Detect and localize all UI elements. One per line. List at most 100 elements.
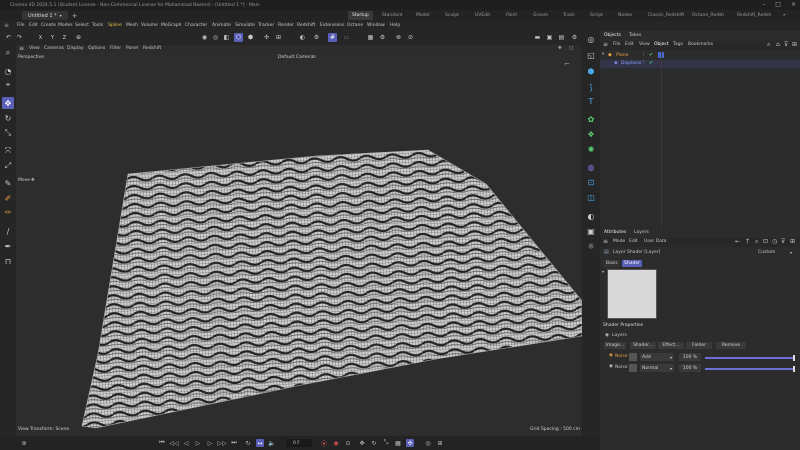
x-axis-button[interactable]: X <box>36 33 45 42</box>
viewport-camera-label[interactable]: Default Camera <box>278 55 314 60</box>
key-pla-icon[interactable]: ✣ <box>406 439 414 447</box>
timeline-window-icon[interactable]: ⊞ <box>436 439 444 447</box>
subtab-basic[interactable]: Basic <box>604 260 620 267</box>
document-tab[interactable]: Untitled 1 * ▾ <box>22 11 68 20</box>
menu-octane[interactable]: Octane <box>347 23 363 28</box>
layout-tab-sculpt[interactable]: Sculpt <box>445 11 459 20</box>
back-arrow-icon[interactable]: ← <box>735 238 740 245</box>
preset-dropdown[interactable]: Custom <box>758 250 775 255</box>
attributes-menu-icon[interactable]: ≡ <box>603 238 608 245</box>
subdivision-icon[interactable]: ✿ <box>585 113 597 125</box>
search-icon[interactable]: ⌕ <box>767 41 770 49</box>
attributes-menu-mode[interactable]: Mode <box>613 239 625 244</box>
live-selection-icon[interactable]: ◔ <box>2 65 14 77</box>
menu-mesh[interactable]: Mesh <box>126 23 138 28</box>
slider-knob[interactable] <box>793 366 795 372</box>
layers-toggle-icon[interactable]: ◉ <box>605 333 609 338</box>
home-icon[interactable]: ⌂ <box>776 41 780 48</box>
layout-tab-paint[interactable]: Paint <box>506 11 517 20</box>
blend-mode-dropdown[interactable]: Add ▾ <box>640 353 674 361</box>
selection-filter-icon[interactable]: ⌖ <box>2 79 14 91</box>
close-icon[interactable]: × <box>791 1 796 8</box>
undo-icon[interactable]: ↶ <box>4 33 13 42</box>
go-to-start-icon[interactable]: ⏮ <box>158 439 166 447</box>
layout-tab-classic-redshift[interactable]: Classic_Redshift <box>648 11 684 20</box>
menu-spline[interactable]: Spline <box>108 23 122 28</box>
scale-tool-icon[interactable]: ⤡ <box>2 127 14 139</box>
next-frame-icon[interactable]: ▷ <box>206 439 214 447</box>
menu-help[interactable]: Help <box>390 23 400 28</box>
points-mode-icon[interactable]: ⬡ <box>234 33 243 42</box>
subtab-shader[interactable]: Shader <box>622 260 642 267</box>
menu-volume[interactable]: Volume <box>141 23 158 28</box>
viewport-nav-icon[interactable]: ✥ <box>558 46 562 51</box>
current-frame-field[interactable]: 0 F <box>286 439 312 447</box>
attributes-menu-edit[interactable]: Edit <box>629 239 638 244</box>
layout-more-icon[interactable]: » <box>783 11 786 20</box>
render-icon[interactable]: ▣ <box>545 33 554 42</box>
slider-knob[interactable] <box>793 355 795 361</box>
objects-menu-edit[interactable]: Edit <box>625 42 634 47</box>
remove-button[interactable]: Remove <box>716 342 746 349</box>
objects-menu-bookmarks[interactable]: Bookmarks <box>688 42 713 47</box>
hamburger-icon[interactable]: ≡ <box>4 22 9 29</box>
menu-file[interactable]: File <box>17 23 25 28</box>
motion-system-icon[interactable]: ◎ <box>424 439 432 447</box>
transform-tool-icon[interactable]: ⤧ <box>2 145 14 157</box>
settings-icon[interactable]: ⚙ <box>570 33 579 42</box>
menu-simulate[interactable]: Simulate <box>235 23 255 28</box>
viewport-menu-redshift[interactable]: Redshift <box>143 46 161 51</box>
viewport-maximize-icon[interactable]: ▢ <box>569 46 573 51</box>
sketch-tool-icon[interactable]: ✐ <box>2 192 14 204</box>
redo-icon[interactable]: ↷ <box>15 33 24 42</box>
record-icon[interactable]: ⦿ <box>320 439 328 448</box>
viewport-menu-cameras[interactable]: Cameras <box>44 46 64 51</box>
viewport-render-icon[interactable]: ◎ <box>585 33 597 45</box>
render-queue-icon[interactable]: ⚙ <box>378 33 387 42</box>
go-to-end-icon[interactable]: ⏭ <box>230 439 238 447</box>
move-tool-icon[interactable]: ✥ <box>2 97 14 109</box>
viewport-menu-display[interactable]: Display <box>67 46 84 51</box>
shader-button[interactable]: Shader... <box>630 342 656 349</box>
camera-navigation-icon[interactable]: ⊗ <box>394 33 403 42</box>
cube-icon[interactable]: ⬢ <box>585 65 597 77</box>
object-mode-icon[interactable]: ◎ <box>211 33 220 42</box>
workplane-icon[interactable]: ⊞ <box>274 33 283 42</box>
loop-icon[interactable]: ↻ <box>244 439 252 447</box>
objects-menu-view[interactable]: View <box>639 42 650 47</box>
key-rotation-icon[interactable]: ↻ <box>370 439 378 447</box>
tab-objects[interactable]: Objects <box>604 33 621 38</box>
objects-menu-file[interactable]: File <box>613 42 621 47</box>
paint-tool-icon[interactable]: ✒ <box>2 240 14 252</box>
cloner-icon[interactable]: ❖ <box>585 128 597 140</box>
objects-menu-tags[interactable]: Tags <box>673 42 683 47</box>
checkmark-icon[interactable]: ✔ <box>649 60 653 66</box>
viewport-menu-icon[interactable]: ≡ <box>19 45 24 52</box>
menu-tools[interactable]: Tools <box>92 23 103 28</box>
snap-tool-icon[interactable]: ⤢ <box>2 160 14 172</box>
layer-opacity-field[interactable]: 100 % <box>679 364 701 372</box>
up-arrow-icon[interactable]: ↑ <box>745 238 750 245</box>
blend-mode-dropdown[interactable]: Normal ▾ <box>640 364 674 372</box>
layout-tab-model[interactable]: Model <box>416 11 430 20</box>
pen-spline-icon[interactable]: ⟆ <box>585 81 597 93</box>
viewport-menu-panel[interactable]: Panel <box>126 46 138 51</box>
knife-tool-icon[interactable]: ∕ <box>2 225 14 237</box>
null-object-icon[interactable]: ◱ <box>585 49 597 61</box>
menu-select[interactable]: Select <box>75 23 89 28</box>
render-settings-icon[interactable]: ⚙ <box>312 33 321 42</box>
timeline-settings-icon[interactable]: ⊛ <box>20 439 28 447</box>
key-position-icon[interactable]: ✥ <box>358 439 366 447</box>
new-document-button[interactable]: + <box>72 12 78 20</box>
render-region-icon[interactable]: ◐ <box>298 33 307 42</box>
lock-icon[interactable]: ⊡ <box>763 238 768 245</box>
history-icon[interactable]: ◷ <box>772 238 777 245</box>
shader-preview[interactable] <box>607 269 657 319</box>
image-button[interactable]: Image... <box>604 342 626 349</box>
tab-takes[interactable]: Takes <box>629 33 641 38</box>
maximize-icon[interactable]: □ <box>775 1 781 8</box>
sound-icon[interactable]: 🔈 <box>268 439 276 447</box>
coordinate-system-icon[interactable]: ⊕ <box>74 33 83 42</box>
layer-thumbnail[interactable] <box>629 364 637 372</box>
layout-tab-startup[interactable]: Startup <box>348 11 373 20</box>
